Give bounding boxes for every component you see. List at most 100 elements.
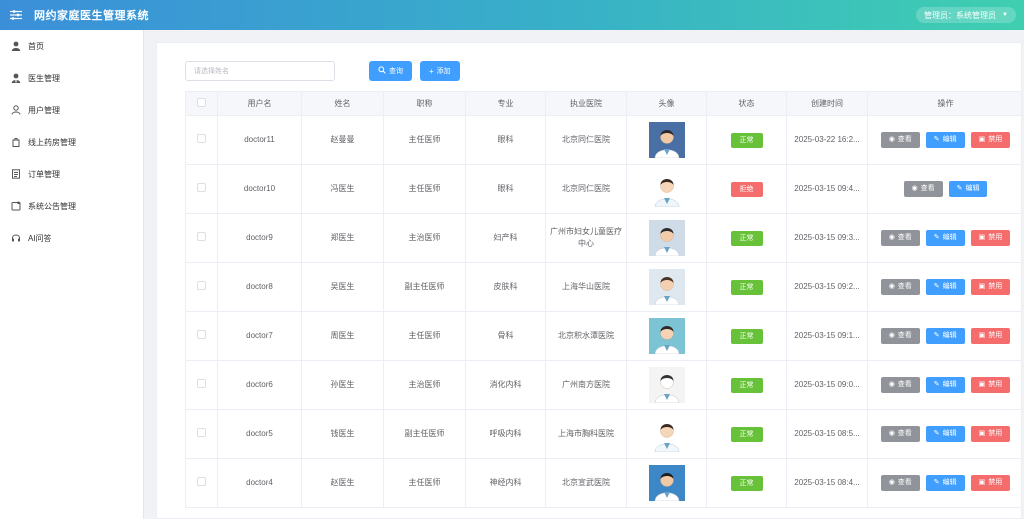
- hospital-cell: 北京同仁医院: [545, 115, 627, 165]
- row-checkbox[interactable]: [197, 476, 206, 486]
- status-cell: 正常: [706, 409, 787, 459]
- search-input[interactable]: [185, 61, 335, 81]
- view-button-label: 查看: [897, 136, 912, 143]
- created-cell: 2025-03-15 09:4...: [786, 164, 868, 214]
- created-cell: 2025-03-15 08:5...: [786, 409, 868, 459]
- select-cell: [185, 262, 218, 312]
- eye-icon: ◉: [888, 136, 895, 143]
- view-button[interactable]: ◉ 查看: [880, 328, 920, 344]
- edit-button[interactable]: ✎ 编辑: [925, 132, 965, 148]
- document-icon: [10, 168, 22, 180]
- edit-button-label: 编辑: [942, 136, 957, 143]
- column-header: 状态: [706, 91, 787, 116]
- add-button[interactable]: + 添加: [420, 61, 460, 81]
- sidebar-item-label: 系统公告管理: [28, 201, 76, 211]
- view-button-label: 查看: [897, 381, 912, 388]
- username-cell: doctor11: [217, 115, 302, 165]
- row-checkbox[interactable]: [197, 231, 206, 241]
- name-cell: 吴医生: [301, 262, 384, 312]
- edit-button[interactable]: ✎ 编辑: [925, 475, 965, 491]
- select-all-checkbox[interactable]: [197, 98, 206, 107]
- view-button[interactable]: ◉ 查看: [880, 132, 920, 148]
- status-cell: 正常: [706, 458, 787, 508]
- view-button[interactable]: ◉ 查看: [880, 377, 920, 393]
- select-cell: [185, 409, 218, 459]
- sidebar-item-users[interactable]: 用户管理: [0, 94, 143, 126]
- row-checkbox[interactable]: [197, 182, 206, 192]
- menu-toggle-icon[interactable]: [10, 9, 22, 21]
- name-cell: 钱医生: [301, 409, 384, 459]
- edit-button[interactable]: ✎ 编辑: [925, 426, 965, 442]
- sidebar-item-home[interactable]: 首页: [0, 30, 143, 62]
- created-cell: 2025-03-22 16:2...: [786, 115, 868, 165]
- row-actions: ◉ 查看 ✎ 编辑 ▣ 禁用: [871, 132, 1020, 148]
- edit-button-label: 编辑: [942, 430, 957, 437]
- edit-button-label: 编辑: [965, 185, 980, 192]
- avatar: [648, 367, 685, 403]
- edit-button[interactable]: ✎ 编辑: [925, 377, 965, 393]
- sidebar-item-orders[interactable]: 订单管理: [0, 158, 143, 190]
- username-cell: doctor8: [217, 262, 302, 312]
- view-button[interactable]: ◉ 查看: [903, 181, 943, 197]
- table-row: doctor10 冯医生 主任医师 眼科 北京同仁医院 拒绝 2025-03-15 09:4…: [185, 164, 1021, 214]
- edit-icon: ✎: [933, 234, 940, 241]
- sidebar-item-pharmacy[interactable]: 线上药房管理: [0, 126, 143, 158]
- row-checkbox[interactable]: [197, 329, 206, 339]
- title-cell: 主治医师: [383, 213, 466, 263]
- actions-cell: ◉ 查看 ✎ 编辑 ▣ 禁用: [867, 458, 1021, 508]
- ban-button[interactable]: ▣ 禁用: [970, 475, 1011, 491]
- row-actions: ◉ 查看 ✎ 编辑 ▣ 禁用: [871, 328, 1020, 344]
- search-toolbar: 查询 + 添加: [185, 61, 460, 81]
- sidebar-item-label: 订单管理: [28, 169, 60, 179]
- row-checkbox[interactable]: [197, 280, 206, 290]
- select-cell: [185, 360, 218, 410]
- sidebar: 首页 医生管理 用户管理 线上药房管理 订单管理 系统公告管理 AI问答: [0, 30, 144, 519]
- edit-button[interactable]: ✎ 编辑: [925, 279, 965, 295]
- doctor-icon: [10, 72, 22, 84]
- view-button[interactable]: ◉ 查看: [880, 426, 920, 442]
- status-cell: 正常: [706, 262, 787, 312]
- ban-button[interactable]: ▣ 禁用: [970, 328, 1011, 344]
- row-checkbox[interactable]: [197, 133, 206, 143]
- ban-button-label: 禁用: [988, 332, 1003, 339]
- sidebar-item-doctors[interactable]: 医生管理: [0, 62, 143, 94]
- status-cell: 正常: [706, 360, 787, 410]
- row-checkbox[interactable]: [197, 427, 206, 437]
- ban-button[interactable]: ▣ 禁用: [970, 230, 1011, 246]
- created-cell: 2025-03-15 09:3...: [786, 213, 868, 263]
- status-badge: 正常: [730, 132, 763, 148]
- row-actions: ◉ 查看 ✎ 编辑: [871, 181, 1020, 197]
- edit-icon: ✎: [933, 430, 940, 437]
- edit-button[interactable]: ✎ 编辑: [925, 230, 965, 246]
- query-button[interactable]: 查询: [369, 61, 412, 81]
- edit-icon: ✎: [933, 332, 940, 339]
- user-menu-dropdown[interactable]: 管理员：系统管理员 ▼: [916, 7, 1016, 23]
- sidebar-item-notices[interactable]: 系统公告管理: [0, 190, 143, 222]
- ban-button[interactable]: ▣ 禁用: [970, 377, 1011, 393]
- ban-button[interactable]: ▣ 禁用: [970, 132, 1011, 148]
- sidebar-item-label: AI问答: [28, 233, 52, 243]
- hospital-cell: 北京同仁医院: [545, 164, 627, 214]
- avatar: [648, 220, 685, 256]
- column-header: 创建时间: [786, 91, 868, 116]
- status-cell: 正常: [706, 115, 787, 165]
- name-cell: 赵医生: [301, 458, 384, 508]
- row-checkbox[interactable]: [197, 378, 206, 388]
- select-cell: [185, 164, 218, 214]
- edit-button[interactable]: ✎ 编辑: [948, 181, 988, 197]
- view-button[interactable]: ◉ 查看: [880, 475, 920, 491]
- ban-button[interactable]: ▣ 禁用: [970, 279, 1011, 295]
- view-button[interactable]: ◉ 查看: [880, 230, 920, 246]
- sidebar-item-ai-qa[interactable]: AI问答: [0, 222, 143, 254]
- eye-icon: ◉: [888, 332, 895, 339]
- table-row: doctor6 孙医生 主治医师 消化内科 广州南方医院 正常 2025-03-15 09:…: [185, 360, 1021, 410]
- edit-button[interactable]: ✎ 编辑: [925, 328, 965, 344]
- hospital-cell: 上海华山医院: [545, 262, 627, 312]
- view-button[interactable]: ◉ 查看: [880, 279, 920, 295]
- ban-button-label: 禁用: [988, 136, 1003, 143]
- created-cell: 2025-03-15 09:0...: [786, 360, 868, 410]
- actions-cell: ◉ 查看 ✎ 编辑 ▣ 禁用: [867, 311, 1021, 361]
- status-badge: 正常: [730, 279, 763, 295]
- column-header: 头像: [626, 91, 707, 116]
- ban-button[interactable]: ▣ 禁用: [970, 426, 1011, 442]
